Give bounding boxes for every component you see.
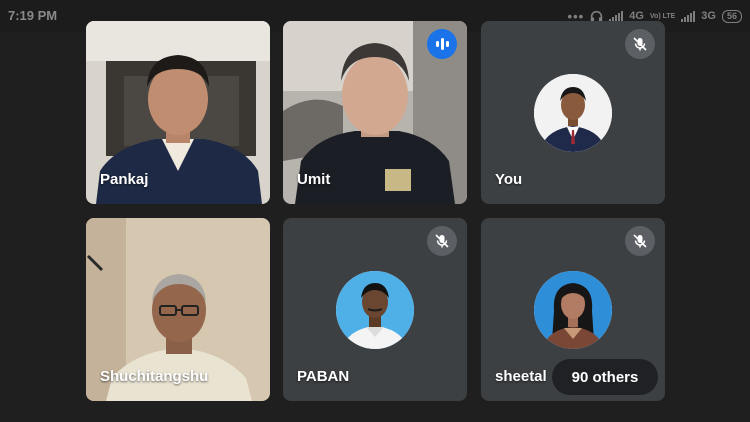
participant-tile-umit[interactable]: Umit: [283, 21, 467, 204]
mic-off-icon: [625, 226, 655, 256]
participant-tile-pankaj[interactable]: Pankaj: [86, 21, 270, 204]
participant-name: PABAN: [297, 368, 350, 385]
speaking-indicator-icon: [427, 29, 457, 59]
status-time: 7:19 PM: [8, 8, 58, 23]
volte-label: Vo) LTE: [649, 12, 676, 20]
avatar: [534, 270, 612, 349]
network-3g-label: 3G: [701, 10, 716, 22]
mic-off-icon: [625, 29, 655, 59]
others-participants-button[interactable]: 90 others: [552, 359, 658, 395]
participant-tile-you[interactable]: You: [481, 21, 665, 204]
participant-name: sheetal: [495, 368, 547, 385]
participant-name: You: [495, 171, 523, 188]
participant-name: Shuchitangshu: [100, 368, 209, 385]
signal-icon: [609, 10, 624, 22]
mic-off-icon: [427, 226, 457, 256]
participant-tile-shuchitangshu[interactable]: Shuchitangshu: [86, 218, 270, 401]
avatar: [534, 73, 612, 152]
avatar: [336, 270, 414, 349]
participant-tile-paban[interactable]: PABAN: [283, 218, 467, 401]
participant-name: Umit: [297, 171, 331, 188]
battery-icon: 56: [721, 9, 742, 23]
participant-name: Pankaj: [100, 171, 149, 188]
signal-icon: [681, 10, 696, 22]
